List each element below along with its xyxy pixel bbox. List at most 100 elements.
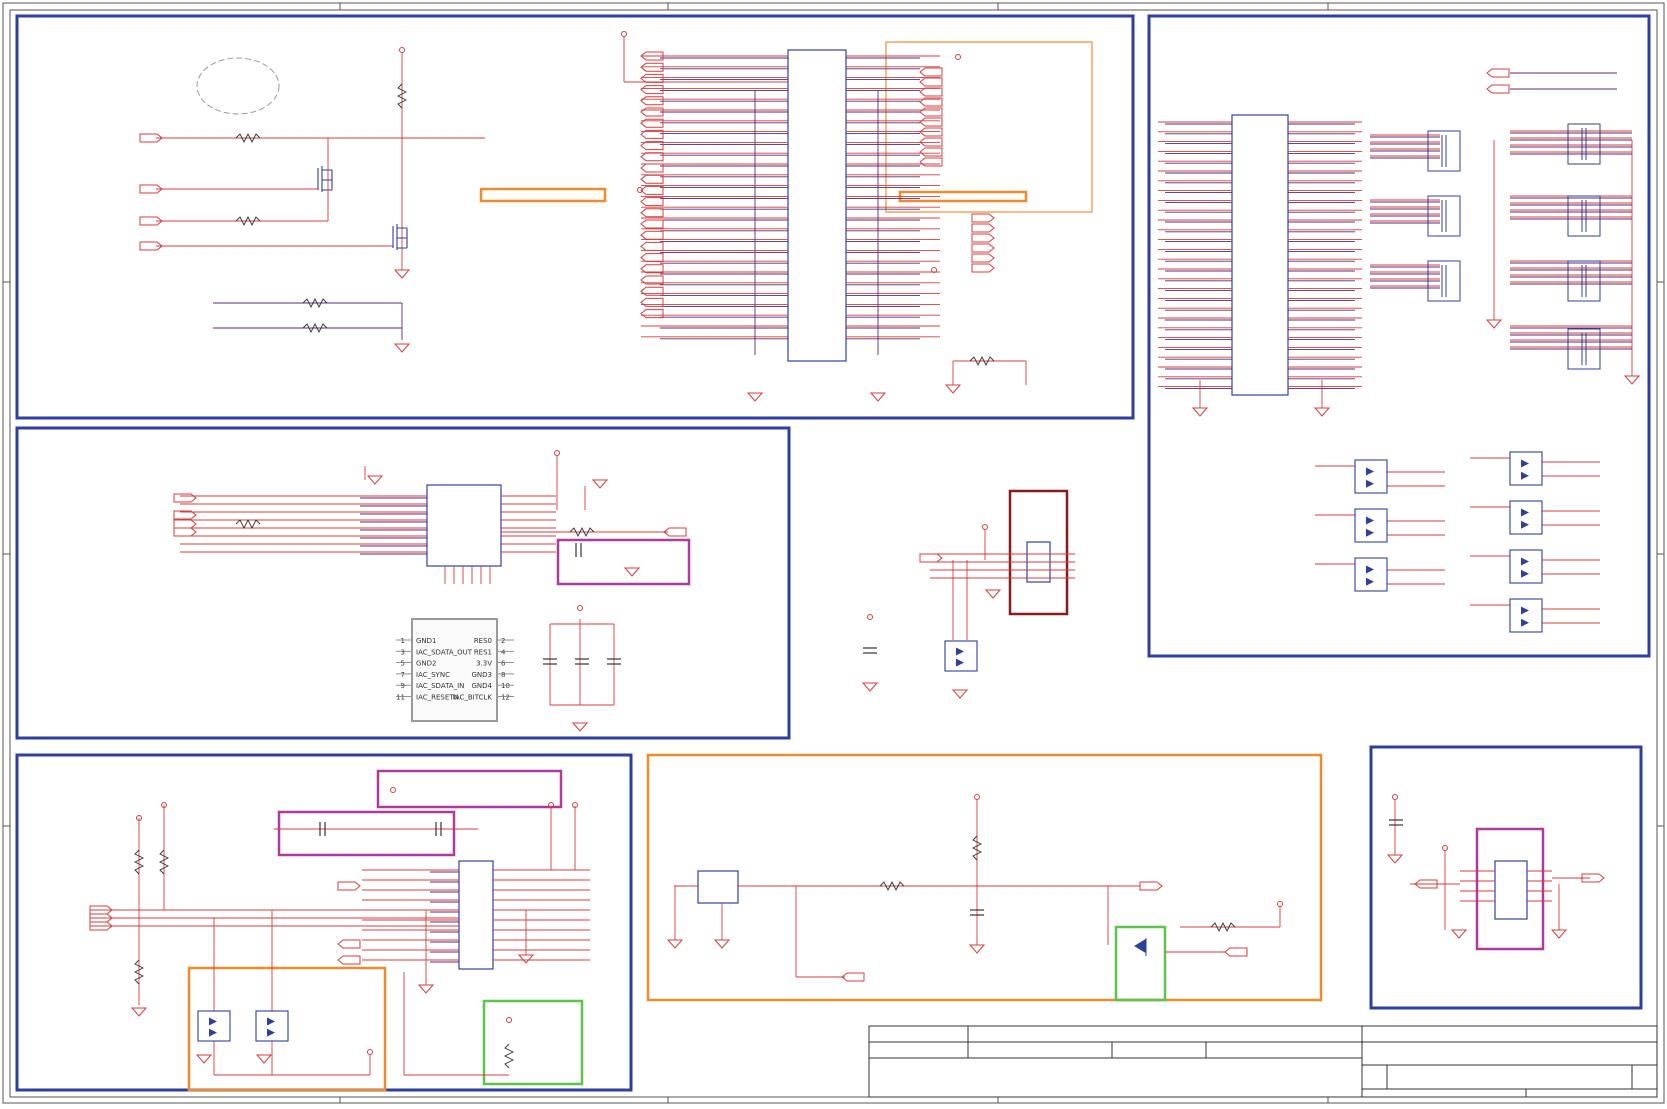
power-post: [506, 1017, 512, 1023]
net-label-connector: [640, 185, 664, 195]
net-label-bottom: [337, 881, 361, 891]
net-label-connector: [971, 243, 995, 253]
ground-symbol: [417, 984, 435, 994]
esd-diode-pair: [1509, 500, 1543, 535]
ground-symbol: [517, 954, 535, 964]
net-label-connector: [971, 263, 995, 273]
power-post: [867, 614, 873, 620]
power-post: [974, 794, 980, 800]
connector-pin-label: IAC_SYNC: [416, 671, 450, 679]
ground-symbol: [746, 392, 764, 402]
power-post: [955, 54, 961, 60]
ground-symbol: [984, 589, 1002, 599]
ground-symbol: [1623, 375, 1641, 385]
esd-diode-pair: [1509, 451, 1543, 486]
resistor-network: [1567, 260, 1601, 302]
net-label-connector: [640, 230, 664, 240]
connector-pin-label: IAC_SDATA_IN: [416, 682, 464, 690]
ground-symbol: [1450, 929, 1468, 939]
connector-pin-label: GND4: [471, 682, 492, 690]
esd-diode-pair: [1509, 549, 1543, 584]
ground-symbol: [366, 475, 384, 485]
highlight-orange-2: [885, 41, 1093, 213]
power-post: [982, 524, 988, 530]
net-label-orange: [841, 972, 865, 982]
ic-switch: [697, 870, 739, 904]
power-post: [577, 605, 583, 611]
capacitors: [319, 543, 1403, 916]
net-label-connector: [919, 107, 943, 117]
net-label-connector: [640, 107, 664, 117]
net-label-connector: [640, 197, 664, 207]
highlight-orange-1: [479, 187, 607, 203]
power-post: [1442, 845, 1448, 851]
diode-pairs: [197, 451, 1543, 1042]
schematic-sheet: 1 GND1 3 IAC_SDATA_OUT 5 GND2 7 IAC_SYNC 9 IAC_SD…: [2, 2, 1665, 1104]
connector-pin-label: RES1: [474, 648, 492, 656]
ground-symbol: [666, 939, 684, 949]
net-label-connector: [640, 152, 664, 162]
power-post: [367, 1049, 373, 1055]
net-label-connector: [971, 213, 995, 223]
block-bottom-left: [15, 753, 633, 1092]
ground-symbol: [393, 343, 411, 353]
net-label-codec: [173, 493, 197, 503]
esd-diode-pair: [944, 640, 978, 672]
net-label-bottom: [337, 939, 361, 949]
connector-pin-number: 3: [401, 648, 405, 656]
connector-pin-label: GND3: [471, 671, 492, 679]
net-label-connector: [971, 223, 995, 233]
highlight-magenta-2: [376, 769, 563, 809]
ic-bottom-left: [458, 860, 494, 970]
title-block: [868, 1025, 1658, 1098]
net-label-connector: [640, 309, 664, 319]
esd-diode-pair: [1509, 598, 1543, 633]
ground-symbol: [255, 1054, 273, 1064]
power-post: [554, 450, 560, 456]
ground-symbol: [869, 392, 887, 402]
net-label-orange: [1139, 881, 1163, 891]
net-label-connector: [640, 73, 664, 83]
connector-pin-number: 8: [501, 671, 505, 679]
ic-main-connector: [787, 49, 847, 362]
esd-diode-pair: [197, 1010, 231, 1042]
net-label-bottom: [337, 955, 361, 965]
net-label-codec: [173, 527, 197, 537]
highlight-boxes: [187, 41, 1545, 1092]
ground-symbol: [623, 567, 641, 577]
resistor-network: [1567, 123, 1601, 165]
highlight-magenta-3: [277, 810, 456, 857]
connector-pin-number: 9: [401, 682, 405, 690]
connector-pin-label: IAC_SDATA_OUT: [416, 648, 473, 656]
connector-pin-label: RES0: [474, 637, 492, 645]
esd-diode-pair: [1354, 459, 1388, 494]
power-post: [1392, 794, 1398, 800]
ground-symbol: [1313, 407, 1331, 417]
mosfets: [317, 166, 408, 250]
connector-pin-label: 3.3V: [476, 660, 492, 668]
esd-diode-pair: [1354, 508, 1388, 543]
mounting-hole: [196, 57, 280, 115]
net-label-connector: [640, 241, 664, 251]
tvs-diode: [1134, 938, 1147, 956]
ground-symbol: [393, 269, 411, 279]
block-top-left: [15, 14, 1135, 420]
ic-top-right-connector: [1231, 114, 1289, 396]
ground-symbol: [571, 722, 589, 732]
ground-symbol: [713, 939, 731, 949]
net-label-connector: [640, 208, 664, 218]
net-label-connector: [919, 157, 943, 167]
connector-pin-number: 7: [401, 671, 405, 679]
net-label-header: [919, 553, 943, 563]
net-label-connector: [919, 87, 943, 97]
connector-pin-number: 10: [501, 682, 510, 690]
ground-symbol: [1191, 407, 1209, 417]
connector-pin-label: GND1: [416, 637, 437, 645]
resistor-networks: [1427, 123, 1601, 370]
ground-symbol: [195, 1054, 213, 1064]
connector-pin-label: GND2: [416, 660, 437, 668]
net-label-orange: [1224, 947, 1248, 957]
ground-symbol: [1485, 319, 1503, 329]
highlight-magenta-1: [556, 538, 691, 586]
highlight-green-2: [1114, 925, 1167, 1002]
